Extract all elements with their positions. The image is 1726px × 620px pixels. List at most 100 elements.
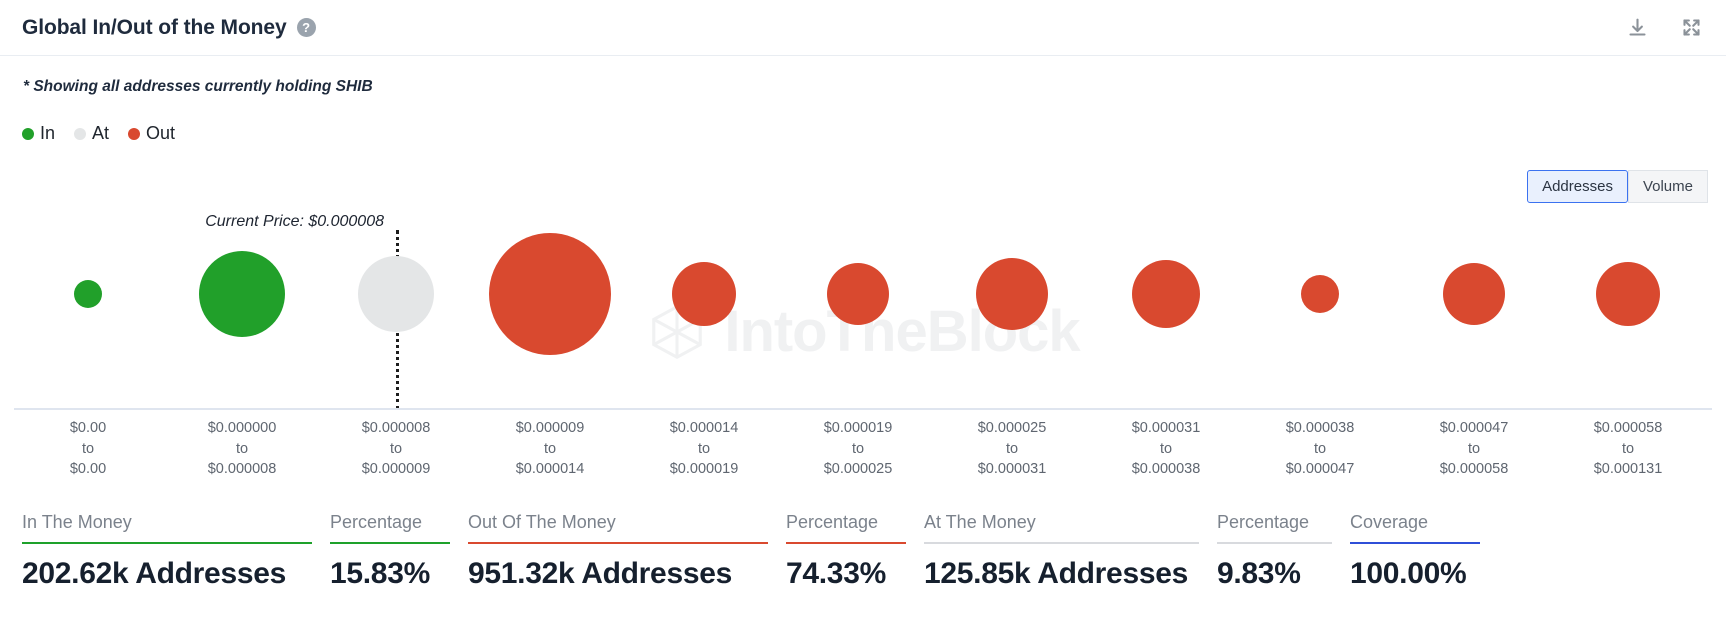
tick-from: $0.000058 bbox=[1593, 420, 1663, 436]
tick-to: $0.00 bbox=[69, 461, 107, 478]
bubble-out-10[interactable] bbox=[1596, 262, 1660, 326]
bubble-out-7[interactable] bbox=[1132, 260, 1200, 328]
tick-from: $0.000038 bbox=[1285, 420, 1355, 436]
metric-toggle: Addresses Volume bbox=[1527, 170, 1708, 204]
tick-to-word: to bbox=[1159, 440, 1173, 457]
x-tick-label-9: $0.000047 to $0.000058 bbox=[1440, 418, 1509, 480]
legend-label-in: In bbox=[40, 123, 56, 143]
legend-label-at: At bbox=[92, 123, 110, 143]
legend-item-at[interactable]: At bbox=[74, 123, 109, 144]
legend-dot-at bbox=[74, 127, 87, 140]
tick-to-word: to bbox=[235, 440, 249, 457]
stat-value: 100.00% bbox=[1350, 557, 1467, 590]
stat-percentage-3: Percentage 74.33% bbox=[786, 512, 906, 591]
tick-to: $0.000038 bbox=[1131, 461, 1201, 478]
bubble-out-9[interactable] bbox=[1443, 263, 1505, 325]
chart-subtitle: * Showing all addresses currently holdin… bbox=[23, 78, 373, 95]
tick-to: $0.000131 bbox=[1593, 461, 1663, 478]
tick-from: $0.000014 bbox=[669, 420, 739, 436]
bubble-out-8[interactable] bbox=[1301, 275, 1339, 313]
page-title: Global In/Out of the Money bbox=[22, 15, 287, 39]
x-tick-label-5: $0.000019 to $0.000025 bbox=[824, 418, 893, 480]
tick-to-word: to bbox=[81, 440, 95, 457]
tick-from: $0.000047 bbox=[1439, 420, 1509, 436]
tick-to: $0.000047 bbox=[1285, 461, 1355, 478]
expand-icon[interactable] bbox=[1678, 15, 1704, 41]
tick-to-word: to bbox=[1621, 440, 1635, 457]
stat-label: Percentage bbox=[786, 512, 879, 532]
tick-from: $0.000031 bbox=[1131, 420, 1201, 436]
tick-to-word: to bbox=[851, 440, 865, 457]
stat-label: Percentage bbox=[330, 512, 423, 532]
legend-label-out: Out bbox=[146, 123, 176, 143]
tick-to: $0.000031 bbox=[977, 461, 1047, 478]
tick-from: $0.000008 bbox=[361, 420, 431, 436]
stat-value: 74.33% bbox=[786, 557, 886, 590]
current-price-label: Current Price: $0.000008 bbox=[205, 213, 384, 230]
bubble-in-0[interactable] bbox=[74, 280, 102, 308]
tick-to: $0.000058 bbox=[1439, 461, 1509, 478]
stat-value: 15.83% bbox=[330, 557, 430, 590]
stat-value: 125.85k Addresses bbox=[924, 557, 1188, 590]
tick-from: $0.00 bbox=[69, 420, 107, 436]
bubble-out-5[interactable] bbox=[827, 263, 889, 325]
stat-at-the-money-4: At The Money 125.85k Addresses bbox=[924, 512, 1199, 591]
x-tick-label-7: $0.000031 to $0.000038 bbox=[1132, 418, 1201, 480]
in-out-of-money-widget: Global In/Out of the Money ? * Showing a… bbox=[0, 0, 1726, 620]
x-tick-label-6: $0.000025 to $0.000031 bbox=[978, 418, 1047, 480]
tick-from: $0.000000 bbox=[207, 420, 277, 436]
x-tick-label-0: $0.00 to $0.00 bbox=[70, 418, 106, 480]
widget-header: Global In/Out of the Money ? bbox=[0, 0, 1726, 56]
question-mark-icon[interactable]: ? bbox=[296, 18, 316, 37]
tick-to: $0.000009 bbox=[361, 461, 431, 478]
stat-label: Out Of The Money bbox=[468, 512, 616, 532]
x-tick-label-8: $0.000038 to $0.000047 bbox=[1286, 418, 1355, 480]
tick-from: $0.000019 bbox=[823, 420, 893, 436]
legend-dot-out bbox=[128, 127, 141, 140]
legend-item-in[interactable]: In bbox=[22, 123, 55, 144]
chart-legend: In At Out bbox=[22, 123, 185, 144]
stat-percentage-1: Percentage 15.83% bbox=[330, 512, 450, 591]
toggle-addresses[interactable]: Addresses bbox=[1527, 170, 1628, 204]
stat-value: 9.83% bbox=[1217, 557, 1301, 590]
x-tick-label-10: $0.000058 to $0.000131 bbox=[1594, 418, 1663, 480]
x-tick-label-2: $0.000008 to $0.000009 bbox=[362, 418, 431, 480]
bubble-out-4[interactable] bbox=[672, 262, 736, 326]
x-tick-label-3: $0.000009 to $0.000014 bbox=[516, 418, 585, 480]
stat-label: At The Money bbox=[924, 512, 1036, 532]
stat-out-of-the-money-2: Out Of The Money 951.32k Addresses bbox=[468, 512, 768, 591]
tick-to-word: to bbox=[389, 440, 403, 457]
x-tick-label-1: $0.000000 to $0.000008 bbox=[208, 418, 277, 480]
stat-value: 202.62k Addresses bbox=[22, 557, 286, 590]
tick-to: $0.000019 bbox=[669, 461, 739, 478]
tick-to-word: to bbox=[1467, 440, 1481, 457]
bubble-in-1[interactable] bbox=[199, 251, 285, 337]
tick-to-word: to bbox=[1005, 440, 1019, 457]
bubble-out-3[interactable] bbox=[489, 233, 611, 355]
stat-label: Coverage bbox=[1350, 512, 1429, 532]
header-actions bbox=[1624, 15, 1704, 41]
x-axis-line bbox=[14, 408, 1712, 410]
stat-label: In The Money bbox=[22, 512, 132, 532]
legend-item-out[interactable]: Out bbox=[128, 123, 175, 144]
stat-coverage-6: Coverage 100.00% bbox=[1350, 512, 1480, 591]
bubble-plot: IntoTheBlock Current Price: $0.000008 bbox=[0, 210, 1726, 415]
x-axis-tick-labels: $0.00 to $0.00 $0.000000 to $0.000008 $0.00000… bbox=[0, 418, 1726, 478]
tick-to: $0.000008 bbox=[207, 461, 277, 478]
toggle-volume[interactable]: Volume bbox=[1627, 170, 1708, 204]
x-tick-label-4: $0.000014 to $0.000019 bbox=[670, 418, 739, 480]
tick-to: $0.000014 bbox=[515, 461, 585, 478]
tick-from: $0.000009 bbox=[515, 420, 585, 436]
legend-dot-in bbox=[22, 127, 34, 140]
tick-to-word: to bbox=[1313, 440, 1327, 457]
bubble-out-6[interactable] bbox=[976, 258, 1048, 330]
bubble-at-2[interactable] bbox=[358, 256, 434, 332]
tick-to-word: to bbox=[697, 440, 711, 457]
tick-to-word: to bbox=[543, 440, 557, 457]
stat-percentage-5: Percentage 9.83% bbox=[1217, 512, 1332, 591]
stat-in-the-money-0: In The Money 202.62k Addresses bbox=[22, 512, 312, 591]
summary-stats: In The Money 202.62k Addresses Percentage 1… bbox=[0, 490, 1726, 620]
stat-label: Percentage bbox=[1217, 512, 1310, 532]
download-icon[interactable] bbox=[1624, 15, 1650, 41]
tick-to: $0.000025 bbox=[823, 461, 893, 478]
